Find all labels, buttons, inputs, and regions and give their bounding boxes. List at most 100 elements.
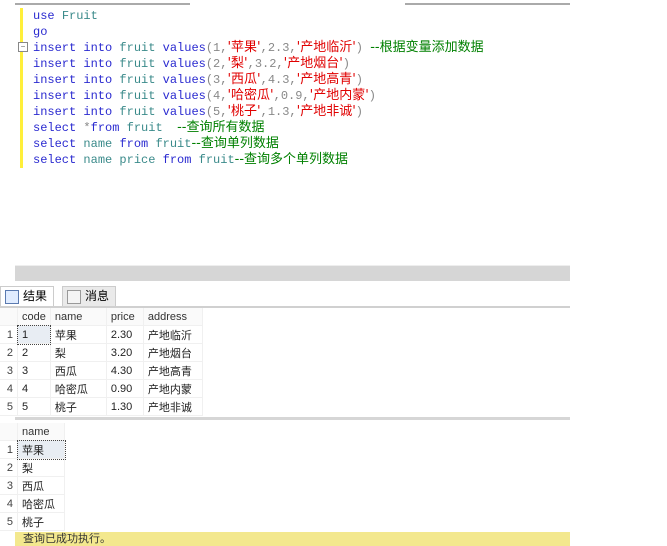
cell[interactable]: 1 (16, 324, 52, 345)
code-token: fruit (119, 41, 163, 55)
cell[interactable]: 4 (17, 379, 51, 398)
code-token: ,4.3, (260, 73, 297, 87)
table-row[interactable]: 2梨 (0, 458, 65, 477)
row-number[interactable]: 4 (0, 494, 18, 513)
tab-results[interactable]: 结果 (0, 286, 55, 306)
code-token: ) (355, 41, 371, 55)
row-number[interactable]: 2 (0, 343, 18, 362)
grid-separator (15, 417, 570, 420)
column-header[interactable]: price (106, 308, 144, 326)
cell[interactable]: 产地内蒙 (143, 379, 203, 398)
cell[interactable]: 1.30 (106, 397, 144, 416)
code-token: ) (355, 105, 363, 119)
code-token: fruit (119, 105, 163, 119)
cell[interactable]: 3 (17, 361, 51, 380)
code-line[interactable]: insert into fruit values(2,'梨',3.2,'产地烟台… (33, 56, 484, 72)
results-tabs: 结果 消息 (0, 284, 570, 308)
cell[interactable]: 产地烟台 (143, 343, 203, 362)
table-row[interactable]: 4 哈密瓜 (0, 494, 65, 513)
cell[interactable]: 5 (17, 397, 51, 416)
row-number[interactable]: 3 (0, 476, 18, 495)
table-row[interactable]: 3 3 西瓜 4.30 产地高青 (0, 361, 203, 380)
code-line[interactable]: insert into fruit values(4,'哈密瓜',0.9,'产地… (33, 88, 484, 104)
cell[interactable]: 苹果 (50, 325, 107, 344)
cell[interactable]: 梨 (50, 343, 107, 362)
cell[interactable]: 产地临沂 (143, 325, 203, 344)
status-bar: 查询已成功执行。 (15, 532, 570, 546)
cell[interactable]: 梨 (17, 458, 65, 477)
header-row: name (0, 423, 65, 441)
code-token: '产地临沂' (296, 40, 356, 55)
cell[interactable]: 3.20 (106, 343, 144, 362)
cell[interactable]: 0.90 (106, 379, 144, 398)
cell[interactable]: 西瓜 (50, 361, 107, 380)
cell[interactable]: 哈密瓜 (17, 494, 65, 513)
row-number[interactable]: 1 (0, 440, 18, 459)
message-icon (67, 290, 81, 304)
code-token: values (162, 105, 206, 119)
corner-cell[interactable] (0, 423, 18, 441)
cell[interactable]: 2.30 (106, 325, 144, 344)
collapse-icon[interactable]: − (18, 42, 28, 52)
cell[interactable]: 产地非诚 (143, 397, 203, 416)
cell[interactable]: 苹果 (16, 439, 66, 460)
code-line[interactable]: insert into fruit values(5,'桃子',1.3,'产地非… (33, 104, 484, 120)
horizontal-scrollbar[interactable] (15, 265, 570, 281)
cell[interactable]: 桃子 (50, 397, 107, 416)
column-header[interactable]: address (143, 308, 203, 326)
code-token: ,2.3, (260, 41, 297, 55)
column-header[interactable]: name (17, 423, 65, 441)
row-number[interactable]: 2 (0, 458, 18, 477)
row-number[interactable]: 4 (0, 379, 18, 398)
column-header[interactable]: code (17, 308, 51, 326)
cell[interactable]: 西瓜 (17, 476, 65, 495)
results-grid-2[interactable]: name 1 苹果 2 梨 3 西瓜 4 哈密瓜 5 桃子 (0, 423, 66, 531)
code-line[interactable]: insert into fruit values(3,'西瓜',4.3,'产地高… (33, 72, 484, 88)
column-header[interactable]: name (50, 308, 107, 326)
table-row[interactable]: 1 苹果 (0, 439, 66, 460)
row-number[interactable]: 1 (0, 325, 18, 344)
code-token: ,0.9, (273, 89, 310, 103)
tab-messages[interactable]: 消息 (62, 286, 117, 306)
sql-editor[interactable]: − use Fruit go insert into fruit values(1,… (15, 6, 570, 264)
code-token: (5, (205, 105, 228, 119)
cell[interactable]: 2 (17, 343, 51, 362)
code-token: (4, (205, 89, 228, 103)
code-token: ,1.3, (260, 105, 297, 119)
code-token: fruit (198, 153, 235, 167)
table-row[interactable]: 3 西瓜 (0, 476, 65, 495)
table-row[interactable]: 2 2 梨 3.20 产地烟台 (0, 343, 203, 362)
code-token: '西瓜' (227, 72, 261, 87)
row-number[interactable]: 3 (0, 361, 18, 380)
code-token: insert into (33, 105, 120, 119)
cell[interactable]: 产地高青 (143, 361, 203, 380)
code-token: select (33, 137, 84, 151)
code-token: select (33, 121, 84, 135)
cell[interactable]: 4.30 (106, 361, 144, 380)
code-line[interactable]: select name from fruit--查询单列数据 (33, 136, 484, 152)
code-line[interactable]: use Fruit (33, 8, 484, 24)
corner-cell[interactable] (0, 308, 18, 326)
code-token: --查询单列数据 (191, 136, 279, 151)
cell[interactable]: 哈密瓜 (50, 379, 107, 398)
code-line[interactable]: select name price from fruit--查询多个单列数据 (33, 152, 484, 168)
code-line[interactable]: select *from fruit --查询所有数据 (33, 120, 484, 136)
table-row[interactable]: 5 桃子 (0, 512, 65, 531)
code-token: ) (342, 57, 350, 71)
header-row: code name price address (0, 308, 203, 326)
row-number[interactable]: 5 (0, 397, 18, 416)
row-number[interactable]: 5 (0, 512, 18, 531)
code-token: ) (368, 89, 376, 103)
code-token: '产地烟台' (283, 56, 343, 71)
code-line[interactable]: insert into fruit values(1,'苹果',2.3,'产地临… (33, 40, 484, 56)
code-line[interactable]: go (33, 24, 484, 40)
table-row[interactable]: 5 5 桃子 1.30 产地非诚 (0, 397, 203, 416)
code-token: '产地内蒙' (309, 88, 369, 103)
code-token: '产地非诚' (296, 104, 356, 119)
table-row[interactable]: 1 1 苹果 2.30 产地临沂 (0, 324, 203, 345)
results-grid-1[interactable]: code name price address 1 1 苹果 2.30 产地临沂 2 2 梨 3.20 产… (0, 308, 203, 416)
tab-label: 消息 (85, 289, 110, 303)
cell[interactable]: 桃子 (17, 512, 65, 531)
table-row[interactable]: 4 4 哈密瓜 0.90 产地内蒙 (0, 379, 203, 398)
code-lines[interactable]: use Fruit go insert into fruit values(1,'苹… (33, 8, 484, 168)
